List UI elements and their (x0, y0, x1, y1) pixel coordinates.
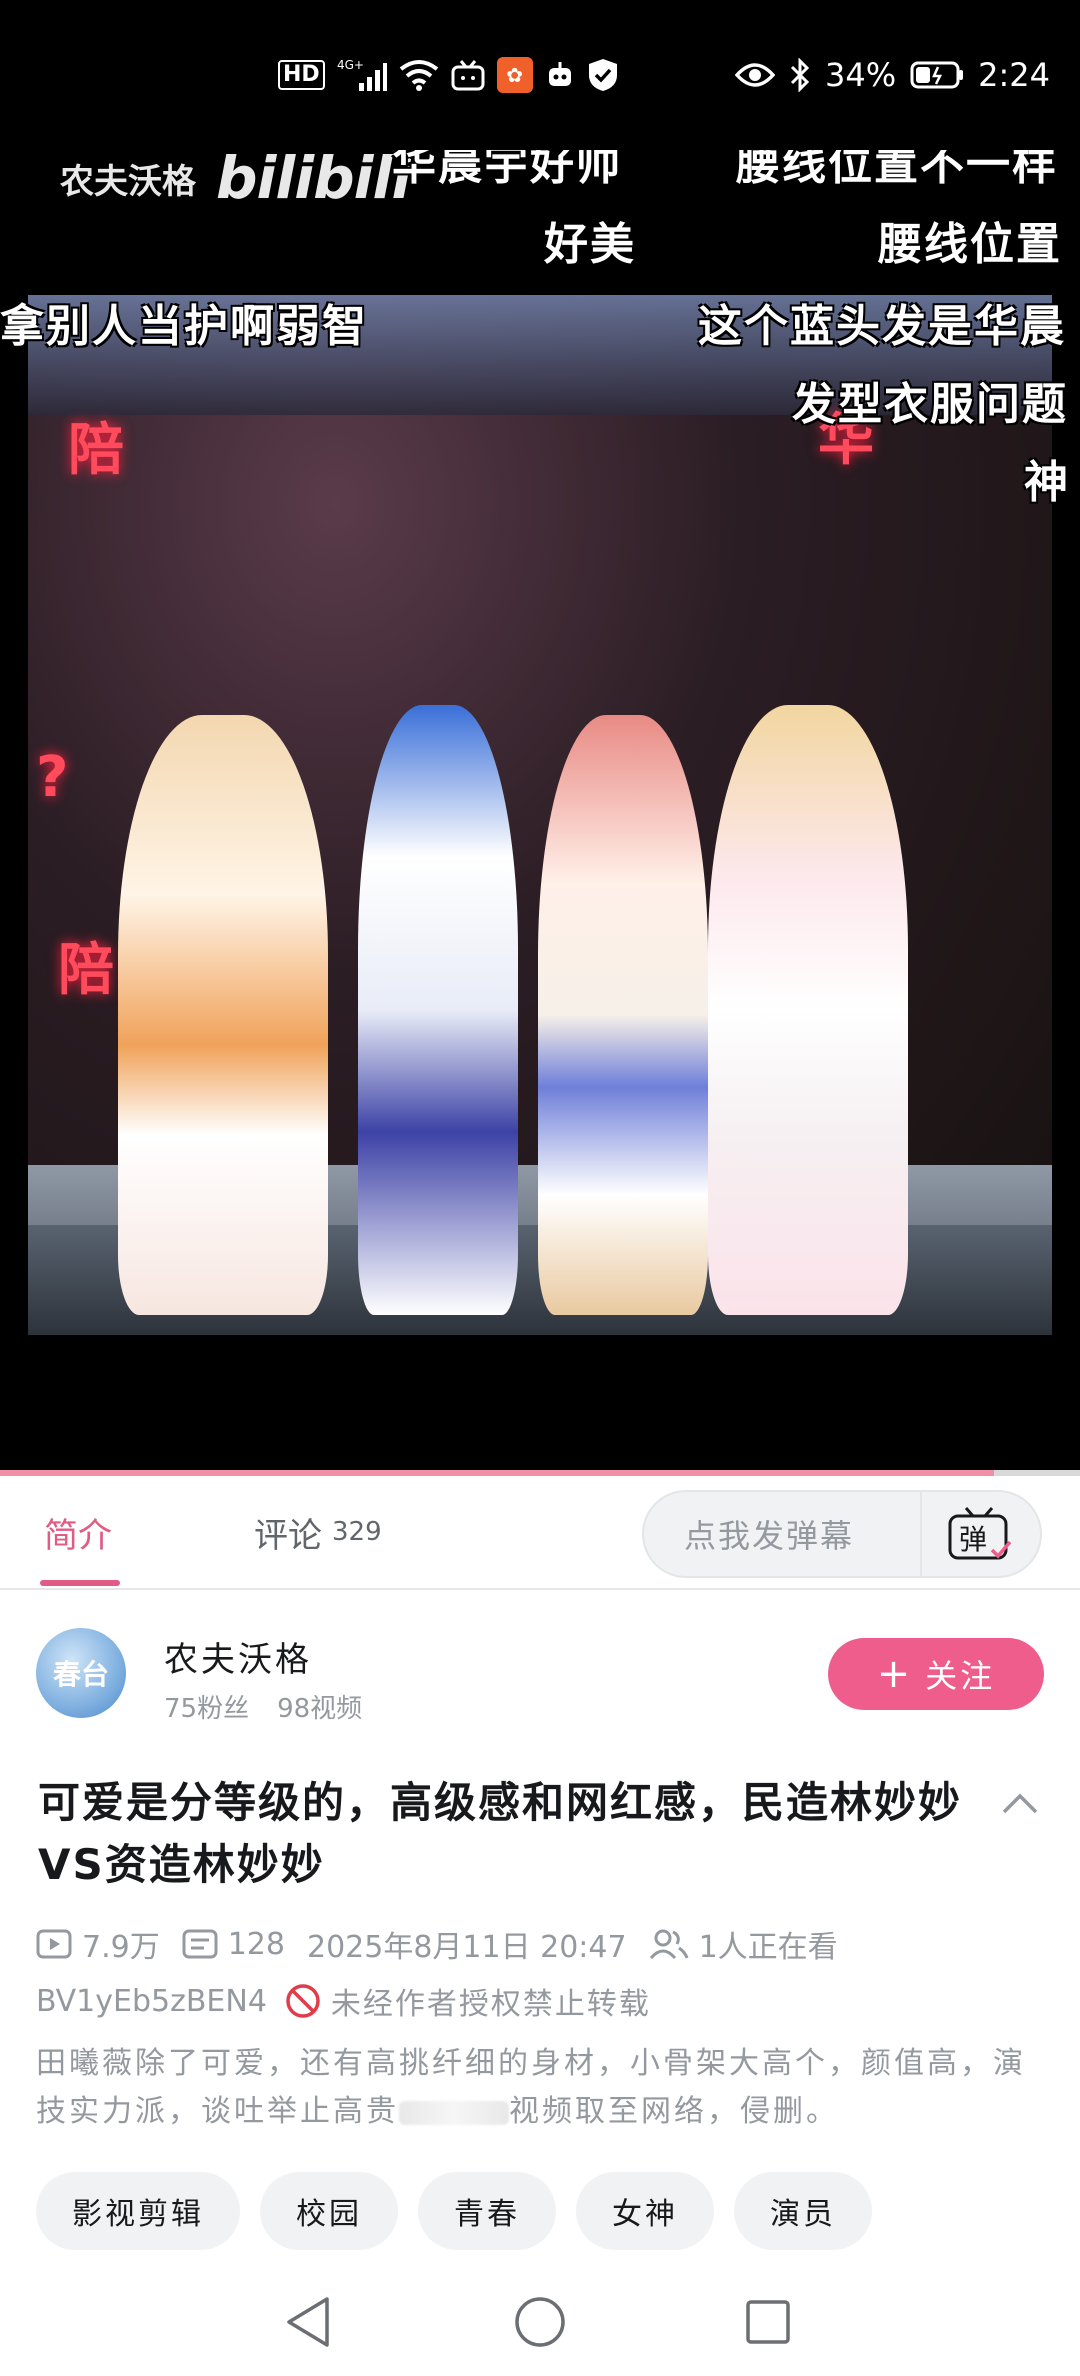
wifi-icon (399, 59, 439, 91)
neon-sign: 陪 (68, 418, 124, 483)
description-text-2: 视频取至网络，侵删。 (509, 2094, 839, 2129)
nav-recents-button[interactable] (738, 2292, 798, 2352)
tag-chip[interactable]: 演员 (734, 2172, 872, 2250)
tag-list: 影视剪辑 校园 青春 女神 演员 (36, 2172, 872, 2250)
neon-sign: 陪 (58, 938, 114, 1003)
tab-active-indicator (40, 1580, 120, 1586)
danmaku-comment: 好美 (544, 219, 636, 270)
danmaku-input-placeholder: 点我发弹幕 (684, 1517, 855, 1555)
bilibili-logo: bilibili (216, 150, 411, 212)
follow-label: 关注 (925, 1657, 996, 1695)
tab-comments[interactable]: 评论 329 (254, 1476, 382, 1588)
uploader-row: 春台 农夫沃格 75粉丝 98视频 + 关注 (0, 1590, 1080, 1760)
danmaku-count: 128 (182, 1927, 285, 1962)
video-description: 田曦薇除了可爱，还有高挑纤细的身材，小骨架大高个，颜值高，演技实力派，谈吐举止高… (36, 2040, 1046, 2136)
tag-chip[interactable]: 女神 (576, 2172, 714, 2250)
performer-figure (708, 705, 908, 1315)
follow-button[interactable]: + 关注 (828, 1638, 1044, 1710)
clock: 2:24 (978, 56, 1050, 94)
danmaku-comment: 华晨宇好帅 (392, 150, 622, 190)
hd-icon: HD (278, 60, 325, 90)
danmaku-count-value: 128 (227, 1926, 285, 1962)
tag-chip[interactable]: 影视剪辑 (36, 2172, 240, 2250)
danmaku-input-divider (920, 1492, 922, 1576)
eye-icon (735, 61, 776, 89)
tv-app-icon (451, 59, 485, 91)
repost-ban-text: 未经作者授权禁止转载 (330, 1987, 651, 2022)
no-repost-icon (286, 1984, 320, 2018)
danmaku-comment: 拿别人当护啊弱智 (0, 301, 368, 352)
danmaku-toggle-button[interactable]: 弹 (946, 1506, 1016, 1562)
people-icon (649, 1929, 689, 1960)
system-nav-bar (0, 2270, 1080, 2376)
avatar[interactable]: 春台 (36, 1628, 126, 1718)
performer-figure (538, 715, 708, 1315)
danmaku-toggle-label: 弹 (959, 1523, 987, 1556)
battery-percent: 34% (825, 56, 897, 94)
danmaku-comment: 神 (1024, 457, 1070, 508)
robot-app-icon (545, 60, 575, 90)
status-left-icons: HD 4G+ ✿ (278, 48, 619, 102)
nav-back-button[interactable] (278, 2292, 338, 2352)
danmaku-comment: 腰线位置不一样 (736, 150, 1058, 190)
back-triangle-icon (287, 2297, 329, 2347)
bluetooth-icon (789, 58, 811, 92)
video-watermark: 农夫沃格 bilibili (60, 150, 411, 212)
blurred-text (399, 2100, 509, 2125)
uploader-fans: 75粉丝 (164, 1694, 250, 1724)
play-count-icon (36, 1929, 72, 1959)
chevron-up-icon[interactable] (998, 1782, 1042, 1826)
status-right-icons: 34% 2:24 (735, 48, 1050, 102)
recents-square-icon (746, 2300, 790, 2344)
shield-app-icon (587, 57, 619, 93)
danmaku-comment: 这个蓝头发是华晨 (698, 301, 1066, 352)
nav-home-button[interactable] (510, 2292, 570, 2352)
video-frame[interactable]: 陪 华 ? 陪 (28, 295, 1052, 1335)
repost-ban: 未经作者授权禁止转载 (285, 1979, 651, 2023)
comments-count: 329 (332, 1517, 382, 1547)
4g-signal-icon: 4G+ (337, 57, 387, 93)
tag-chip[interactable]: 校园 (260, 2172, 398, 2250)
view-count: 7.9万 (36, 1922, 160, 1966)
performer-figure (358, 705, 518, 1315)
avatar-text: 春台 (52, 1658, 109, 1691)
tab-intro[interactable]: 简介 (44, 1476, 112, 1588)
tab-intro-label: 简介 (44, 1515, 112, 1556)
battery-icon (910, 60, 964, 90)
plus-icon: + (876, 1651, 914, 1697)
danmaku-count-icon (182, 1929, 218, 1959)
danmaku-comment: 发型衣服问题 (792, 379, 1068, 430)
video-title: 可爱是分等级的，高级感和网红感，民造林妙妙VS资造林妙妙 (38, 1778, 963, 1889)
performer-figure (118, 715, 328, 1315)
danmaku-toggle-icon: 弹 (948, 1507, 1012, 1560)
publish-date: 2025年8月11日 20:47 (306, 1930, 627, 1965)
danmaku-input[interactable]: 点我发弹幕 弹 (642, 1490, 1042, 1578)
neon-sign: ? (36, 745, 69, 810)
watermark-author: 农夫沃格 (60, 161, 196, 202)
view-count-value: 7.9万 (82, 1930, 160, 1965)
video-id-row: BV1yEb5zBEN4 未经作者授权禁止转载 (36, 1978, 651, 2024)
uploader-stats: 75粉丝 98视频 (164, 1688, 362, 1725)
home-circle-icon (515, 2297, 565, 2347)
watching-now: 1人正在看 (649, 1922, 838, 1966)
network-label: 4G+ (337, 58, 364, 72)
watching-now-value: 1人正在看 (698, 1930, 838, 1965)
tab-comments-label: 评论 (254, 1515, 322, 1556)
tag-chip[interactable]: 青春 (418, 2172, 556, 2250)
video-player[interactable]: 陪 华 ? 陪 农夫沃格 bilibili 华晨宇好帅 腰线位置不一样 好美 腰… (0, 150, 1080, 1475)
uploader-name[interactable]: 农夫沃格 (164, 1632, 312, 1681)
uploader-videos: 98视频 (277, 1694, 363, 1724)
bvid[interactable]: BV1yEb5zBEN4 (36, 1984, 267, 2019)
video-meta-row: 7.9万 128 2025年8月11日 20:47 1人正在看 (36, 1920, 860, 1968)
detail-tabs: 简介 评论 329 点我发弹幕 弹 (0, 1476, 1080, 1590)
orange-app-icon: ✿ (496, 57, 533, 93)
danmaku-comment: 腰线位置 (878, 219, 1062, 270)
status-bar: HD 4G+ ✿ 34% 2:24 (0, 0, 1080, 150)
